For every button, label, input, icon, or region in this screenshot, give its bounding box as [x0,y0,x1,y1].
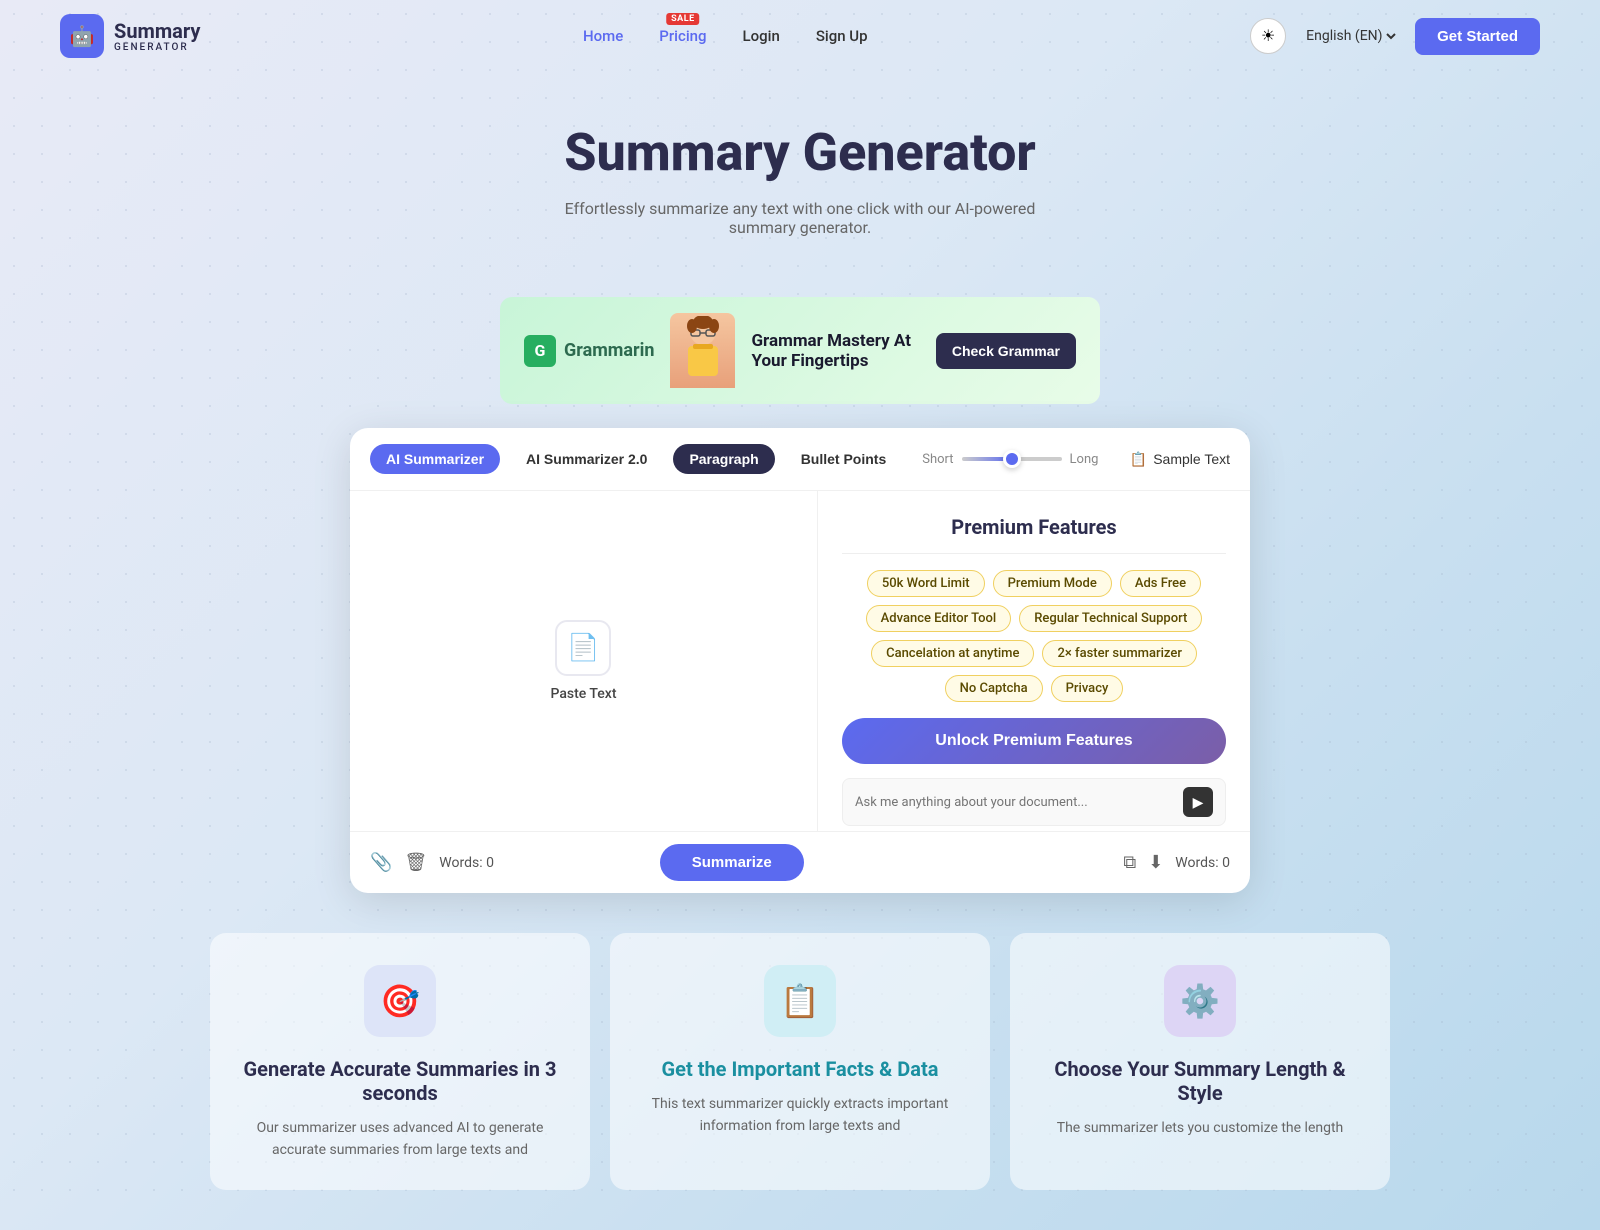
card-3-icon: ⚙️ [1164,965,1236,1037]
nav-login[interactable]: Login [743,27,780,45]
attach-file-button[interactable]: 📎 [370,852,392,873]
theme-toggle-button[interactable]: ☀ [1250,18,1286,54]
navbar: 🤖 Summary GENERATOR Home SALE Pricing Lo… [0,0,1600,72]
ask-send-button[interactable]: ▶ [1183,787,1213,817]
grammarin-brand-name: Grammarin [564,340,654,361]
card-3-desc: The summarizer lets you customize the le… [1038,1117,1362,1139]
tool-tabs: AI Summarizer AI Summarizer 2.0 Paragrap… [350,428,1250,491]
tool-footer: 📎 🗑 Words: 0 Summarize ⧉ ⬇ Words: 0 [350,831,1250,893]
card-1-desc: Our summarizer uses advanced AI to gener… [238,1117,562,1162]
logo-area: 🤖 Summary GENERATOR [60,14,200,58]
grammarin-logo-icon: G [524,335,556,367]
logo-generator-label: GENERATOR [114,42,200,53]
hero-title: Summary Generator [20,122,1580,183]
premium-panel: Premium Features 50k Word Limit Premium … [818,491,1250,831]
premium-divider [842,553,1226,554]
features-grid: 50k Word Limit Premium Mode Ads Free Adv… [842,570,1226,702]
card-2-title: Get the Important Facts & Data [638,1057,962,1081]
language-select[interactable]: English (EN) [1302,27,1399,45]
card-3-title: Choose Your Summary Length & Style [1038,1057,1362,1105]
tab-ai-summarizer[interactable]: AI Summarizer [370,444,500,474]
tool-container: AI Summarizer AI Summarizer 2.0 Paragrap… [350,428,1250,893]
bottom-section: 🎯 Generate Accurate Summaries in 3 secon… [0,933,1600,1230]
nav-right: ☀ English (EN) Get Started [1250,18,1540,55]
nav-pricing[interactable]: SALE Pricing [659,27,706,45]
nav-home[interactable]: Home [583,27,623,45]
feature-ads-free: Ads Free [1120,570,1201,597]
delete-text-button[interactable]: 🗑 [404,852,427,873]
grammarin-banner: G Grammarin Grammar Mastery At Your Fing… [500,297,1100,404]
feature-technical-support: Regular Technical Support [1019,605,1202,632]
words-count-left: Words: 0 [439,855,494,871]
ask-input[interactable] [855,795,1175,810]
unlock-premium-button[interactable]: Unlock Premium Features [842,718,1226,764]
bottom-card-2: 📋 Get the Important Facts & Data This te… [610,933,990,1190]
paste-text-area[interactable]: 📄 Paste Text [550,620,616,702]
hero-subtitle: Effortlessly summarize any text with one… [550,199,1050,237]
long-label: Long [1070,452,1099,467]
feature-50k-word-limit: 50k Word Limit [867,570,985,597]
download-button[interactable]: ⬇ [1148,852,1163,873]
card-2-icon: 📋 [764,965,836,1037]
short-label: Short [922,452,953,467]
nav-links: Home SALE Pricing Login Sign Up [583,27,868,45]
logo-robot-icon: 🤖 [60,14,104,58]
clipboard-icon: 📋 [1130,451,1147,468]
paste-icon: 📄 [555,620,611,676]
ask-input-area: ▶ [842,778,1226,826]
length-slider[interactable] [962,457,1062,461]
banner-logo: G Grammarin [524,335,654,367]
feature-cancelation: Cancelation at anytime [871,640,1034,667]
tab-bullet-points[interactable]: Bullet Points [785,444,903,474]
bottom-card-1: 🎯 Generate Accurate Summaries in 3 secon… [210,933,590,1190]
bottom-card-3: ⚙️ Choose Your Summary Length & Style Th… [1010,933,1390,1190]
card-1-title: Generate Accurate Summaries in 3 seconds [238,1057,562,1105]
text-input-area[interactable]: 📄 Paste Text [350,491,818,831]
banner-tagline: Grammar Mastery At Your Fingertips [751,331,919,371]
length-slider-area: Short Long [922,452,1098,467]
feature-privacy: Privacy [1051,675,1124,702]
words-count-right: Words: 0 [1175,855,1230,871]
get-started-button[interactable]: Get Started [1415,18,1540,55]
footer-right: ⧉ ⬇ Words: 0 [1123,852,1230,873]
feature-faster-summarizer: 2× faster summarizer [1042,640,1196,667]
hero-section: Summary Generator Effortlessly summarize… [0,72,1600,297]
tab-paragraph[interactable]: Paragraph [673,444,774,474]
copy-button[interactable]: ⧉ [1123,852,1136,873]
feature-no-captcha: No Captcha [945,675,1043,702]
summarize-button[interactable]: Summarize [660,844,804,881]
check-grammar-button[interactable]: Check Grammar [936,333,1076,369]
sample-text-button[interactable]: 📋 Sample Text [1130,451,1230,468]
premium-title: Premium Features [842,515,1226,539]
sale-badge: SALE [666,13,700,25]
logo-summary-label: Summary [114,20,200,42]
logo-text: Summary GENERATOR [114,20,200,53]
paste-text-label: Paste Text [550,686,616,702]
banner-person-illustration [670,313,735,388]
tool-body: 📄 Paste Text Premium Features 50k Word L… [350,491,1250,831]
feature-premium-mode: Premium Mode [993,570,1112,597]
card-2-desc: This text summarizer quickly extracts im… [638,1093,962,1138]
feature-advance-editor: Advance Editor Tool [866,605,1012,632]
nav-signup[interactable]: Sign Up [816,27,868,45]
tab-ai-summarizer-2[interactable]: AI Summarizer 2.0 [510,444,663,474]
card-1-icon: 🎯 [364,965,436,1037]
